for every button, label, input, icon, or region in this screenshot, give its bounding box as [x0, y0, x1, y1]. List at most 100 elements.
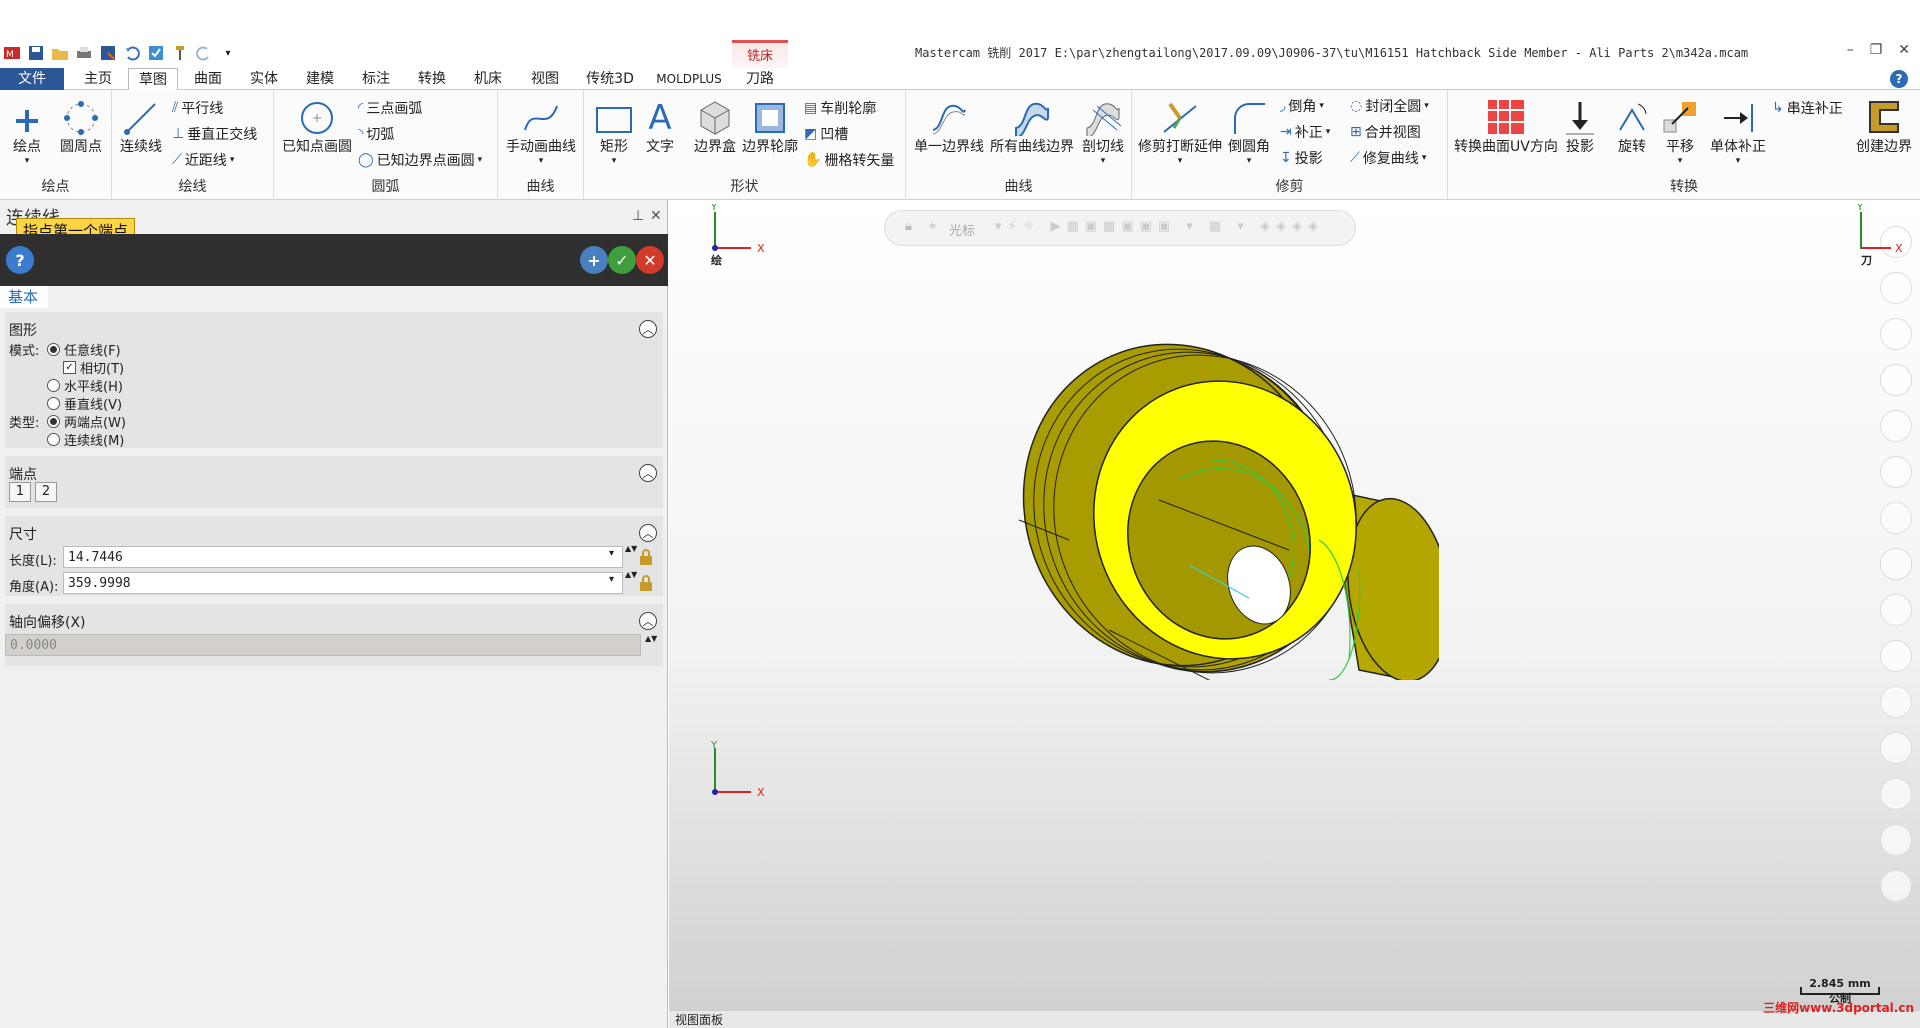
no-entry-icon[interactable]	[1880, 870, 1912, 902]
length-dropdown-icon[interactable]: ▾	[609, 548, 614, 559]
point-button[interactable]: 绘点 ▾	[12, 98, 42, 166]
axial-spinner-icon[interactable]: ▲▼	[645, 634, 657, 643]
collapse-axial-icon[interactable]: ︿	[639, 612, 657, 630]
redo-icon[interactable]	[194, 43, 214, 63]
bounding-box-button[interactable]: 边界盒	[694, 98, 736, 156]
undo-icon[interactable]	[122, 43, 142, 63]
curve-snap-icon[interactable]	[1880, 364, 1912, 396]
help-circle-icon[interactable]: ?	[6, 246, 34, 274]
apply-icon[interactable]: +	[580, 246, 608, 274]
tab-surface[interactable]: 曲面	[186, 68, 230, 90]
trim-break-extend-button[interactable]: 修剪打断延伸 ▾	[1138, 98, 1222, 166]
closest-line-button[interactable]: ⟋ 近距线 ▾	[172, 150, 234, 170]
manual-spline-button[interactable]: 手动画曲线 ▾	[506, 98, 576, 166]
ok-icon[interactable]: ✓	[608, 246, 636, 274]
turn-profile-button[interactable]: ▤ 车削轮廓	[804, 98, 876, 118]
snap-icon[interactable]	[1880, 272, 1912, 304]
length-input[interactable]: 14.7446	[63, 546, 623, 568]
circle-snap-icon[interactable]	[1880, 318, 1912, 350]
tab-view[interactable]: 视图	[523, 68, 567, 90]
continuous-line-button[interactable]: 连续线	[120, 98, 162, 156]
select-icon[interactable]	[146, 43, 166, 63]
mode-horizontal-radio[interactable]: 水平线(H)	[47, 376, 123, 395]
three-point-arc-button[interactable]: ◜ 三点画弧	[358, 98, 422, 118]
collapse-size-icon[interactable]: ︿	[639, 524, 657, 542]
save-icon[interactable]	[26, 43, 46, 63]
cursor-mode-label[interactable]: 光标	[949, 220, 975, 239]
mastercam-logo-icon[interactable]: M	[2, 43, 22, 63]
circle-center-button[interactable]: 已知点画圆	[282, 98, 352, 156]
boundary-profile-button[interactable]: 边界轮廓	[742, 98, 798, 156]
project-transform-button[interactable]: 投影	[1562, 98, 1598, 156]
open-icon[interactable]	[50, 43, 70, 63]
angle-input[interactable]: 359.9998	[63, 572, 623, 594]
all-edge-curves-button[interactable]: 所有曲线边界	[990, 98, 1074, 156]
help-icon[interactable]: ?	[1890, 70, 1908, 88]
parallel-line-button[interactable]: ⫽ 平行线	[172, 98, 223, 118]
box-select-icon[interactable]	[1880, 640, 1912, 672]
length-lock-icon[interactable]	[639, 548, 653, 566]
mode-vertical-radio[interactable]: 垂直线(V)	[47, 394, 122, 413]
pin-tool-icon[interactable]	[170, 43, 190, 63]
offset-button[interactable]: ⇥ 补正 ▾	[1280, 122, 1330, 142]
close-panel-icon[interactable]: ✕	[650, 208, 662, 224]
close-window-icon[interactable]: ✕	[1898, 42, 1910, 58]
tangent-checkbox[interactable]: ✓ 相切(T)	[63, 358, 124, 377]
tangent-arc-button[interactable]: ◝ 切弧	[358, 124, 394, 144]
create-boundary-button[interactable]: 创建边界	[1856, 98, 1912, 156]
selection-filters-icon[interactable]: ▾⚡☼ ▶▦▣▦▣▣▣ ▾ ▦ ▾ ◈◈◈◈	[995, 219, 1324, 234]
save-as-icon[interactable]	[98, 43, 118, 63]
tab-file[interactable]: 文件	[0, 68, 64, 90]
endpoint-1-button[interactable]: 1	[9, 482, 31, 502]
graphics-viewport[interactable]: 🔒︎ ⌖ 光标 ▾⚡☼ ▶▦▣▦▣▣▣ ▾ ▦ ▾ ◈◈◈◈ YX 绘 YX 刀…	[669, 200, 1920, 1028]
tab-transform[interactable]: 转换	[410, 68, 454, 90]
restore-icon[interactable]: ❐	[1870, 42, 1883, 58]
plane-icon[interactable]	[1880, 732, 1912, 764]
mode-freeform-radio[interactable]: 任意线(F)	[47, 340, 121, 359]
part-model[interactable]	[989, 330, 1439, 680]
groove-button[interactable]: ◩ 凹槽	[804, 124, 848, 144]
surface-uv-button[interactable]: 转换曲面UV方向	[1454, 98, 1558, 156]
angle-spinner-icon[interactable]: ▲▼	[625, 570, 637, 579]
axial-offset-input[interactable]: 0.0000	[5, 634, 641, 656]
repair-curve-button[interactable]: ⟋ 修复曲线 ▾	[1350, 148, 1426, 168]
tab-home[interactable]: 主页	[76, 68, 120, 90]
customize-qat-icon[interactable]: ▾	[218, 43, 238, 63]
tab-solid[interactable]: 实体	[242, 68, 286, 90]
translate-button[interactable]: 平移 ▾	[1662, 98, 1698, 166]
cancel-icon[interactable]: ✕	[636, 246, 664, 274]
tab-machine[interactable]: 机床	[466, 68, 510, 90]
print-icon[interactable]	[74, 43, 94, 63]
tab-basic[interactable]: 基本	[0, 286, 48, 308]
tab-model[interactable]: 建模	[298, 68, 342, 90]
edit-icon[interactable]	[1880, 502, 1912, 534]
text-button[interactable]: A 文字	[646, 98, 674, 156]
project-button[interactable]: ↧ 投影	[1280, 148, 1323, 168]
tab-sketch[interactable]: 草图	[128, 68, 178, 91]
tab-toolpaths[interactable]: 刀路	[735, 68, 785, 90]
minimize-icon[interactable]: –	[1847, 42, 1854, 58]
type-two-points-radio[interactable]: 两端点(W)	[47, 412, 126, 431]
chamfer-button[interactable]: ◞ 倒角 ▾	[1280, 96, 1324, 116]
single-edge-curve-button[interactable]: 单一边界线	[914, 98, 984, 156]
collapse-graphics-icon[interactable]: ︿	[639, 320, 657, 338]
rectangle-button[interactable]: 矩形 ▾	[594, 98, 634, 166]
tab-moldplus[interactable]: MOLDPLUS	[654, 68, 724, 90]
cursor-icon[interactable]: ⌖	[929, 219, 936, 234]
angle-dropdown-icon[interactable]: ▾	[609, 574, 614, 585]
view-sheets-bar[interactable]: 视图面板	[669, 1010, 1920, 1028]
tab-legacy3d[interactable]: 传统3D	[580, 68, 640, 90]
tab-annotate[interactable]: 标注	[354, 68, 398, 90]
angle-lock-icon[interactable]	[639, 574, 653, 592]
edge-point-circle-button[interactable]: ◯ 已知边界点画圆 ▾	[358, 150, 482, 170]
pin-icon[interactable]: ⊥	[632, 208, 644, 224]
raster-to-vector-button[interactable]: ✋ 栅格转矢量	[804, 150, 894, 170]
lock-icon[interactable]: 🔒︎	[905, 219, 912, 234]
rotate-button[interactable]: 旋转	[1614, 98, 1650, 156]
grid-icon[interactable]	[1880, 778, 1912, 810]
chain-offset-button[interactable]: ↳ 串连补正	[1772, 98, 1843, 118]
solid-select-icon[interactable]	[1880, 594, 1912, 626]
center-snap-icon[interactable]	[1880, 410, 1912, 442]
circle-points-button[interactable]: 圆周点	[60, 98, 102, 156]
merge-views-button[interactable]: ⊞ 合并视图	[1350, 122, 1421, 142]
